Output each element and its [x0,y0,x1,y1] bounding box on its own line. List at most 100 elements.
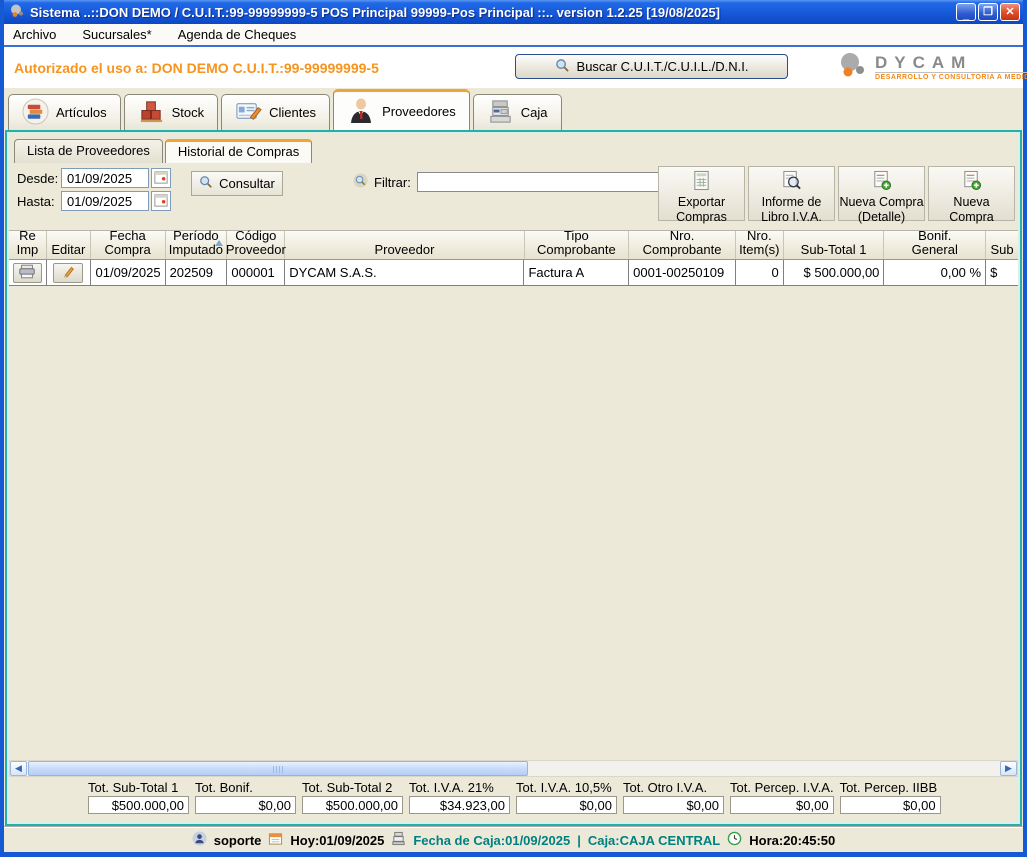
cell-tipo-comprobante: Factura A [524,260,629,285]
status-hora: Hora:20:45:50 [749,833,835,848]
total-label: Tot. Percep. IIBB [840,780,941,795]
col-periodo-imputado[interactable]: PeríodoImputado [166,231,228,259]
titlebar: Sistema ..::DON DEMO / C.U.I.T.:99-99999… [4,0,1023,24]
cell-periodo-imputado: 202509 [166,260,228,285]
action-label: Nueva Compra [839,195,923,210]
col-sub-clipped[interactable]: Sub [986,231,1018,259]
nueva-compra-button[interactable]: Nueva Compra [928,166,1015,221]
total-value: $34.923,00 [409,796,510,814]
col-nro-comprobante[interactable]: Nro.Comprobante [629,231,736,259]
filter-zone: Desde: Hasta: [7,163,1020,227]
status-separator: | [577,833,581,848]
consultar-button[interactable]: Consultar [191,171,283,196]
calendar-icon [154,193,168,210]
edit-row-button[interactable] [53,263,83,283]
sub-tabstrip: Lista de Proveedores Historial de Compra… [7,132,1020,163]
col-bonif-general[interactable]: Bonif.General [884,231,986,259]
close-button[interactable]: ✕ [1000,3,1020,21]
hasta-input[interactable] [61,191,149,211]
print-row-button[interactable] [13,263,42,283]
subtab-historial-compras[interactable]: Historial de Compras [165,139,312,163]
cash-register-icon [487,98,514,128]
authorized-text: Autorizado el uso a: DON DEMO C.U.I.T.:9… [14,60,379,76]
total-label: Tot. I.V.A. 21% [409,780,510,795]
action-label: Libro I.V.A. [761,210,822,225]
cell-fecha-compra: 01/09/2025 [91,260,166,285]
new-document-icon [961,170,982,195]
buscar-cuit-button[interactable]: Buscar C.U.I.T./C.U.I.L./D.N.I. [515,54,788,79]
client-card-icon [235,98,262,128]
tab-clientes[interactable]: Clientes [221,94,330,130]
total-value: $0,00 [730,796,834,814]
action-buttons: Exportar Compras Informe de Libro I.V.A.… [658,166,1015,221]
consultar-label: Consultar [219,176,275,191]
menu-sucursales[interactable]: Sucursales* [82,27,151,42]
col-nro-items[interactable]: Nro.Item(s) [736,231,784,259]
total-label: Tot. Percep. I.V.A. [730,780,834,795]
hasta-calendar-button[interactable] [151,191,171,211]
col-proveedor[interactable]: Proveedor [285,231,524,259]
scroll-right-arrow-icon[interactable]: ▶ [1000,761,1017,776]
filtrar-input[interactable] [417,172,679,192]
tab-articulos[interactable]: Artículos [8,94,121,130]
report-magnifier-icon [781,170,802,195]
totals-row: Tot. Sub-Total 1 $500.000,00 Tot. Bonif.… [7,780,1020,824]
cell-bonif-general: 0,00 % [884,260,986,285]
tab-label: Caja [521,105,548,120]
col-reimp[interactable]: ReImp [9,231,47,259]
menubar: Archivo Sucursales* Agenda de Cheques [4,24,1023,45]
col-fecha-compra[interactable]: FechaCompra [91,231,166,259]
scrollbar-thumb[interactable] [28,761,528,776]
scroll-left-arrow-icon[interactable]: ◀ [10,761,27,776]
col-editar[interactable]: Editar [47,231,91,259]
total-value: $500.000,00 [302,796,403,814]
pencil-icon [62,265,75,281]
tab-proveedores[interactable]: Proveedores [333,89,470,130]
status-user: soporte [214,833,262,848]
action-label: Compras [676,210,727,225]
desde-input[interactable] [61,168,149,188]
total-otro-iva: Tot. Otro I.V.A. $0,00 [623,780,724,814]
maximize-button[interactable]: ❐ [978,3,998,21]
col-codigo-proveedor[interactable]: CódigoProveedor [227,231,285,259]
buscar-label: Buscar C.U.I.T./C.U.I.L./D.N.I. [577,59,749,74]
tab-label: Clientes [269,105,316,120]
col-subtotal-1[interactable]: Sub-Total 1 [784,231,885,259]
menu-agenda-cheques[interactable]: Agenda de Cheques [178,27,297,42]
subtab-lista-proveedores[interactable]: Lista de Proveedores [14,139,163,163]
cell-nro-items: 0 [736,260,784,285]
main-tabstrip: Artículos Stock Clientes Proveedores Caj… [4,88,1023,130]
status-caja: Caja:CAJA CENTRAL [588,833,720,848]
col-tipo-comprobante[interactable]: TipoComprobante [525,231,630,259]
tab-label: Proveedores [382,104,456,119]
purchases-table: ReImp Editar FechaCompra PeríodoImputado… [9,230,1018,286]
calendar-icon [268,831,283,849]
search-icon [555,58,570,76]
table-row[interactable]: 01/09/2025 202509 000001 DYCAM S.A.S. Fa… [9,260,1018,286]
table-header: ReImp Editar FechaCompra PeríodoImputado… [9,230,1018,260]
supplier-person-icon [347,96,375,127]
nueva-compra-detalle-button[interactable]: Nueva Compra (Detalle) [838,166,925,221]
cell-codigo-proveedor: 000001 [227,260,285,285]
horizontal-scrollbar[interactable]: ◀ ▶ [9,760,1018,777]
total-value: $500.000,00 [88,796,189,814]
export-spreadsheet-icon [691,170,712,195]
informe-libro-iva-button[interactable]: Informe de Libro I.V.A. [748,166,835,221]
total-subtotal2: Tot. Sub-Total 2 $500.000,00 [302,780,403,814]
tab-stock[interactable]: Stock [124,94,219,130]
menu-archivo[interactable]: Archivo [13,27,56,42]
app-logo-icon [9,3,25,22]
total-percep-iva: Tot. Percep. I.V.A. $0,00 [730,780,834,814]
status-bar: soporte Hoy:01/09/2025 Fecha de Caja:01/… [4,826,1023,852]
status-hoy: Hoy:01/09/2025 [290,833,384,848]
logo-tagline: DESARROLLO Y CONSULTORIA A MEDIDA [875,74,1027,81]
exportar-compras-button[interactable]: Exportar Compras [658,166,745,221]
total-value: $0,00 [195,796,296,814]
tab-label: Stock [172,105,205,120]
cell-proveedor: DYCAM S.A.S. [285,260,524,285]
desde-calendar-button[interactable] [151,168,171,188]
minimize-button[interactable]: _ [956,3,976,21]
filter-search-icon [353,173,368,191]
tab-caja[interactable]: Caja [473,94,562,130]
cell-reimp [9,260,47,285]
